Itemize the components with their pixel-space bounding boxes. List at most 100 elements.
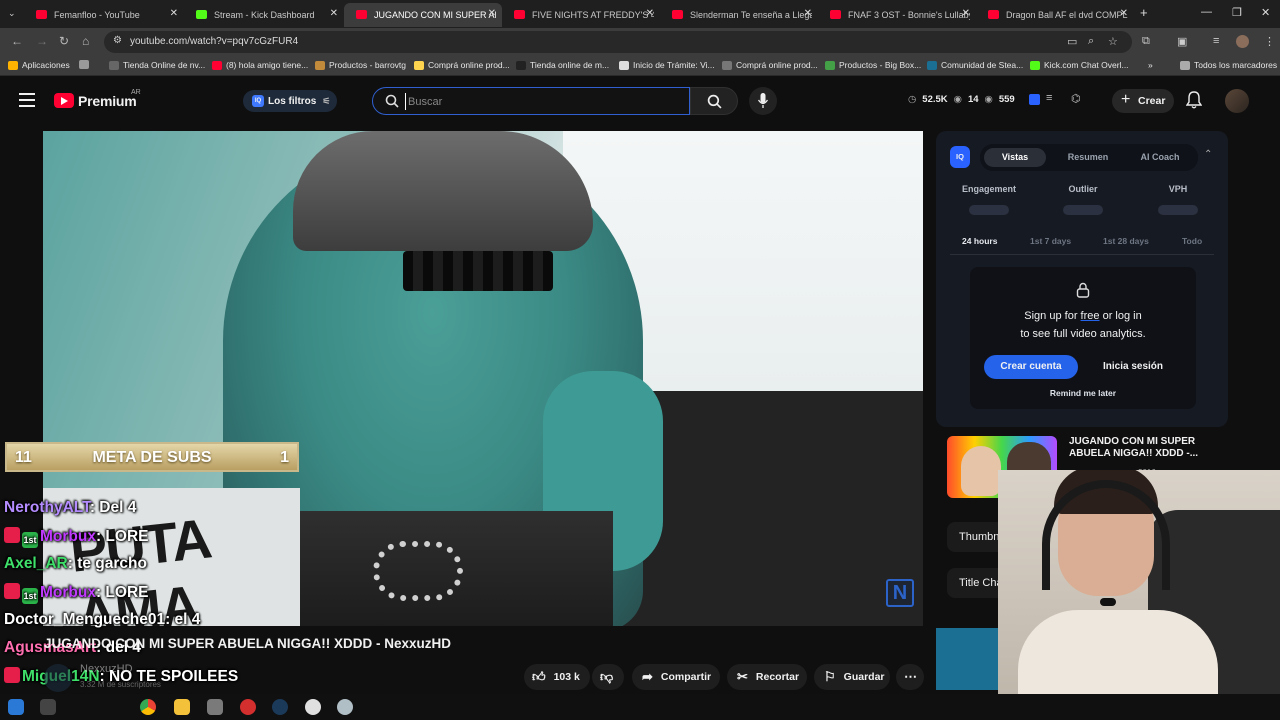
- bookmark-10[interactable]: Comunidad de Stea...: [927, 60, 1023, 70]
- tab-close-icon[interactable]: ✕: [330, 8, 338, 19]
- related-video-title[interactable]: JUGANDO CON MI SUPER ABUELA NIGGA!! XDDD…: [1069, 436, 1219, 460]
- range-28-days[interactable]: 1st 28 days: [1103, 236, 1149, 246]
- youtube-logo-icon[interactable]: [54, 93, 74, 108]
- restore-icon[interactable]: ❐: [1232, 6, 1242, 19]
- list-icon[interactable]: ≡: [1046, 92, 1052, 104]
- extensions-icon[interactable]: ⧉: [1142, 35, 1150, 48]
- more-actions-button[interactable]: ⋯: [896, 664, 924, 690]
- all-bookmarks-folder[interactable]: Todos los marcadores: [1180, 60, 1277, 70]
- back-icon[interactable]: ←: [11, 34, 23, 48]
- tab-close-icon[interactable]: ✕: [488, 8, 496, 19]
- search-box[interactable]: [372, 87, 690, 115]
- pixel-sunglasses: [403, 251, 553, 291]
- account-avatar[interactable]: [1225, 89, 1249, 113]
- app-taskbar-icon[interactable]: [207, 699, 223, 715]
- browser-menu-icon[interactable]: ⋮: [1264, 35, 1275, 48]
- browser-tab-6[interactable]: FNAF 3 OST - Bonnie's Lullaby ✕: [818, 3, 976, 27]
- bookmark-9[interactable]: Productos - Big Box...: [825, 60, 921, 70]
- tab-ai-coach[interactable]: AI Coach: [1128, 148, 1192, 167]
- close-window-icon[interactable]: ✕: [1261, 6, 1270, 19]
- bookmark-5[interactable]: Comprá online prod...: [414, 60, 510, 70]
- vph-column: VPH: [1168, 184, 1188, 194]
- filters-button[interactable]: IQ Los filtros ⚟: [243, 90, 337, 112]
- app2-taskbar-icon[interactable]: [337, 699, 353, 715]
- dislike-button[interactable]: 👎︎: [592, 664, 624, 690]
- like-button[interactable]: 👍︎ 103 k: [524, 664, 590, 690]
- range-7-days[interactable]: 1st 7 days: [1030, 236, 1071, 246]
- clip-button[interactable]: ✂ Recortar: [727, 664, 807, 690]
- create-button[interactable]: + Crear: [1112, 89, 1174, 113]
- bookmark-star-icon[interactable]: ☆: [1108, 35, 1118, 48]
- site-info-icon[interactable]: ⚙: [113, 35, 122, 46]
- chat-message: Axel_AR: te garcho: [4, 555, 147, 573]
- bookmarks-overflow-button[interactable]: »: [1148, 60, 1153, 70]
- chat-message: 1st Morbux: LORE: [4, 527, 149, 548]
- create-account-button[interactable]: Crear cuenta: [984, 355, 1078, 379]
- media-icon[interactable]: ≡: [1213, 35, 1219, 47]
- tab-close-icon[interactable]: ✕: [962, 8, 970, 19]
- collapse-chevron-icon[interactable]: ⌃: [1204, 149, 1212, 160]
- record-taskbar-icon[interactable]: [240, 699, 256, 715]
- outlier-column: Outlier: [1068, 184, 1098, 194]
- search-button[interactable]: [690, 87, 738, 115]
- bookmark-apps[interactable]: Aplicaciones: [8, 60, 70, 70]
- login-button[interactable]: Inicia sesión: [1094, 355, 1172, 379]
- browser-tab-5[interactable]: Slenderman Te enseña a Llegar ✕: [660, 3, 818, 27]
- address-bar[interactable]: ⚙ youtube.com/watch?v=pqv7cGzFUR4 ▭ ⌕ ☆: [104, 31, 1132, 53]
- new-tab-button[interactable]: +: [1140, 5, 1148, 20]
- range-24-hours[interactable]: 24 hours: [962, 236, 997, 246]
- bookmark-11[interactable]: Kick.com Chat Overl...: [1030, 60, 1129, 70]
- signup-free-link[interactable]: free: [1081, 310, 1100, 322]
- search-taskbar-icon[interactable]: [40, 699, 56, 715]
- bookmark-8[interactable]: Comprá online prod...: [722, 60, 818, 70]
- tab-title: JUGANDO CON MI SUPER ABU: [374, 10, 496, 20]
- reload-icon[interactable]: ↻: [59, 34, 69, 48]
- tab-close-icon[interactable]: ✕: [1120, 8, 1128, 19]
- browser-tab-3-active[interactable]: JUGANDO CON MI SUPER ABU ✕: [344, 3, 502, 27]
- bookmark-4[interactable]: Productos - barrovtg: [315, 60, 406, 70]
- steam-taskbar-icon[interactable]: [272, 699, 288, 715]
- obs-taskbar-icon[interactable]: [305, 699, 321, 715]
- minimize-icon[interactable]: —: [1201, 6, 1212, 18]
- channel-name[interactable]: NexxuzHD: [80, 663, 133, 675]
- share-button[interactable]: ➦ Compartir: [632, 664, 720, 690]
- bookmark-6[interactable]: Tienda online de m...: [516, 60, 609, 70]
- filters-label: Los filtros: [268, 95, 317, 107]
- tab-resumen[interactable]: Resumen: [1056, 148, 1120, 167]
- bookmark-2[interactable]: Tienda Online de nv...: [109, 60, 205, 70]
- chrome-taskbar-icon[interactable]: [140, 699, 156, 715]
- achievement-icon[interactable]: ⌬: [1071, 92, 1081, 105]
- folder-taskbar-icon[interactable]: [174, 699, 190, 715]
- save-button[interactable]: ⚐ Guardar: [814, 664, 890, 690]
- range-all[interactable]: Todo: [1182, 236, 1202, 246]
- tab-vistas[interactable]: Vistas: [984, 148, 1046, 167]
- hamburger-menu-icon[interactable]: [19, 93, 35, 107]
- bookmark-7[interactable]: Inicio de Trámite: Vi...: [619, 60, 715, 70]
- home-icon[interactable]: ⌂: [82, 34, 89, 48]
- tab-search-icon[interactable]: ⌄: [8, 8, 16, 19]
- notifications-bell-icon[interactable]: [1186, 91, 1202, 109]
- voice-search-button[interactable]: [749, 87, 777, 115]
- search-input[interactable]: [405, 93, 675, 110]
- browser-tab-2[interactable]: Stream - Kick Dashboard ✕: [184, 3, 344, 27]
- channel-avatar[interactable]: [44, 664, 72, 692]
- bookmark-3[interactable]: (8) hola amigo tiene...: [212, 60, 308, 70]
- start-icon[interactable]: [8, 699, 24, 715]
- forward-icon[interactable]: →: [36, 34, 48, 48]
- sidebar-icon[interactable]: ▣: [1177, 35, 1187, 48]
- browser-tab-1[interactable]: Femanfloo - YouTube ✕: [24, 3, 184, 27]
- youtube-premium-logo-text[interactable]: Premium: [78, 93, 137, 109]
- tab-close-icon[interactable]: ✕: [646, 8, 654, 19]
- bookmark-grid[interactable]: [79, 60, 93, 69]
- cast-icon[interactable]: ▭: [1067, 35, 1077, 48]
- profile-avatar[interactable]: [1236, 35, 1249, 48]
- browser-tab-4[interactable]: FIVE NIGHTS AT FREDDY'S 4 SC ✕: [502, 3, 660, 27]
- channel-watermark[interactable]: N: [886, 579, 914, 607]
- browser-tab-7[interactable]: Dragon Ball AF el dvd COMPLE ✕: [976, 3, 1134, 27]
- tab-close-icon[interactable]: ✕: [804, 8, 812, 19]
- tab-close-icon[interactable]: ✕: [170, 8, 178, 19]
- remind-later-link[interactable]: Remind me later: [970, 388, 1196, 398]
- zoom-icon[interactable]: ⌕: [1088, 35, 1094, 48]
- views-count: 52.5K: [922, 94, 948, 105]
- vidiq-extension-icon[interactable]: [1029, 94, 1040, 105]
